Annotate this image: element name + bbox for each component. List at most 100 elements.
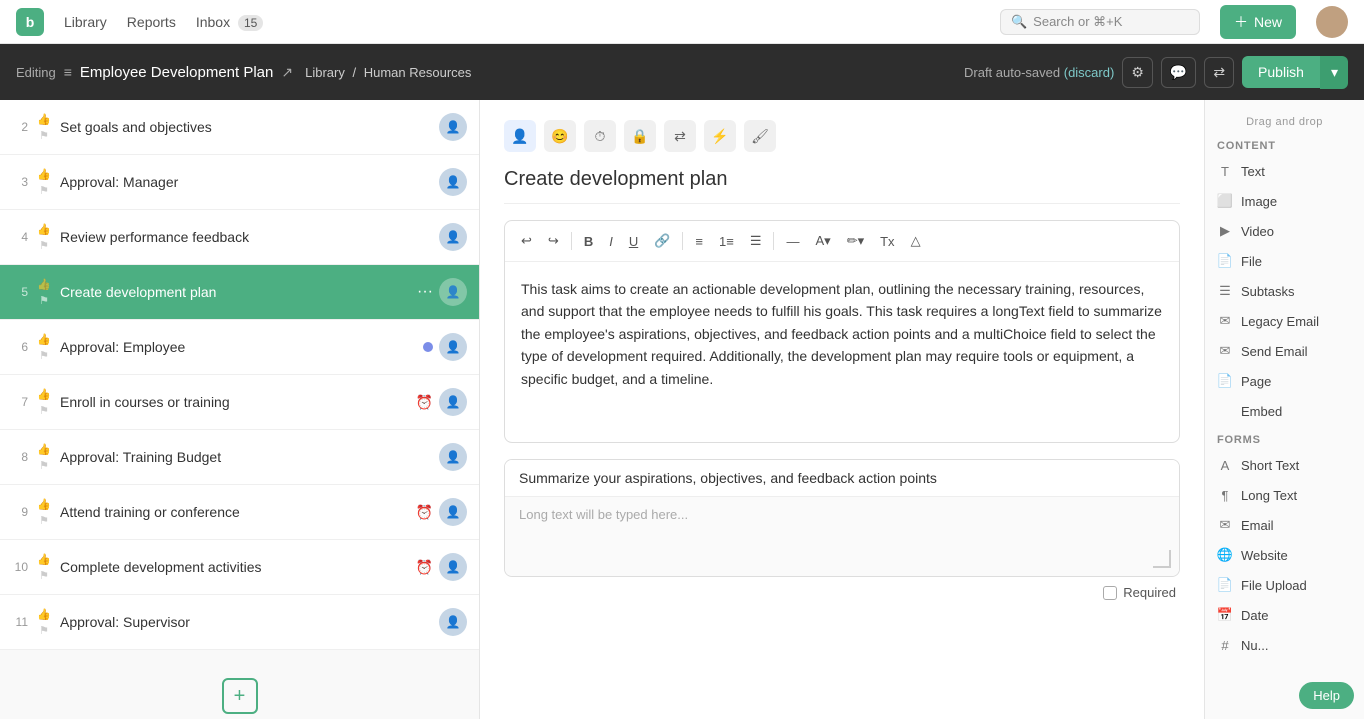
external-link-icon[interactable]: ↗ <box>281 64 293 81</box>
form-field-input[interactable]: Long text will be typed here... <box>505 496 1179 576</box>
task-menu-dots[interactable]: ··· <box>417 283 433 301</box>
undo-btn[interactable]: ↩ <box>515 229 538 253</box>
avatar[interactable] <box>1316 6 1348 38</box>
task-side-icons: 👍 ⚑ <box>36 112 52 142</box>
forms-section-label: FORMS <box>1205 426 1364 450</box>
lock-icon[interactable]: 🔒 <box>624 120 656 152</box>
nav-library[interactable]: Library <box>64 14 107 30</box>
underline-btn[interactable]: U <box>623 230 644 253</box>
bolt-icon[interactable]: ⚡ <box>704 120 736 152</box>
content-item-image[interactable]: ⬜ Image <box>1205 186 1364 216</box>
flag-icon: ⚑ <box>37 403 51 417</box>
person-icon: 👤 <box>446 230 461 244</box>
content-item-legacy-email[interactable]: ✉ Legacy Email <box>1205 306 1364 336</box>
more-btn[interactable]: △ <box>905 229 927 253</box>
divider-btn[interactable]: — <box>780 230 805 253</box>
content-item-video[interactable]: ▶ Video <box>1205 216 1364 246</box>
font-color-btn[interactable]: A▾ <box>809 229 836 253</box>
task-item[interactable]: 6 👍 ⚑ Approval: Employee 👤 <box>0 320 479 375</box>
forms-item-file-upload[interactable]: 📄 File Upload <box>1205 570 1364 600</box>
task-avatar: 👤 <box>439 333 467 361</box>
emoji-icon[interactable]: 😊 <box>544 120 576 152</box>
shuffle-toolbar-icon[interactable]: ⇄ <box>664 120 696 152</box>
italic-btn[interactable]: I <box>603 230 619 253</box>
publish-button[interactable]: Publish <box>1242 56 1320 88</box>
task-item[interactable]: 4 👍 ⚑ Review performance feedback 👤 <box>0 210 479 265</box>
task-item[interactable]: 9 👍 ⚑ Attend training or conference ⏰ 👤 <box>0 485 479 540</box>
content-item-label: Embed <box>1241 404 1282 419</box>
task-item[interactable]: 7 👍 ⚑ Enroll in courses or training ⏰ 👤 <box>0 375 479 430</box>
task-toolbar: 👤 😊 ⏱ 🔒 ⇄ ⚡ 🖌 <box>504 120 1180 152</box>
settings-button[interactable]: ⚙ <box>1122 57 1153 88</box>
help-button[interactable]: Help <box>1299 682 1354 709</box>
clock-toolbar-icon[interactable]: ⏱ <box>584 120 616 152</box>
numbered-btn[interactable]: 1≡ <box>713 230 740 253</box>
content-item-file[interactable]: 📄 File <box>1205 246 1364 276</box>
forms-item-label: Date <box>1241 608 1268 623</box>
task-item[interactable]: 8 👍 ⚑ Approval: Training Budget 👤 <box>0 430 479 485</box>
content-item-page[interactable]: 📄 Page <box>1205 366 1364 396</box>
search-icon: 🔍 <box>1011 14 1027 30</box>
task-avatar: 👤 <box>439 498 467 526</box>
task-avatar: 👤 <box>439 168 467 196</box>
header-actions: ⚙ 💬 ⇄ Publish ▾ <box>1122 56 1348 89</box>
task-avatar: 👤 <box>439 553 467 581</box>
edit-header: Editing ≡ Employee Development Plan ↗ Li… <box>0 44 1364 100</box>
task-item[interactable]: 5 👍 ⚑ Create development plan ··· 👤 <box>0 265 479 320</box>
forms-item-website[interactable]: 🌐 Website <box>1205 540 1364 570</box>
discard-link[interactable]: (discard) <box>1064 65 1115 80</box>
search-placeholder: Search or ⌘+K <box>1033 14 1122 30</box>
link-btn[interactable]: 🔗 <box>648 229 676 253</box>
shuffle-button[interactable]: ⇄ <box>1204 57 1234 88</box>
search-bar[interactable]: 🔍 Search or ⌘+K <box>1000 9 1200 35</box>
brush-icon[interactable]: 🖌 <box>744 120 776 152</box>
text-editor: ↩ ↪ B I U 🔗 ≡ 1≡ ☰ — A▾ ✏▾ Tx △ This tas… <box>504 220 1180 443</box>
like-icon: 👍 <box>37 332 51 346</box>
required-checkbox[interactable] <box>1103 586 1117 600</box>
content-item-label: Video <box>1241 224 1274 239</box>
forms-item-long-text[interactable]: ¶ Long Text <box>1205 480 1364 510</box>
nav-inbox[interactable]: Inbox 15 <box>196 14 264 30</box>
editor-body[interactable]: This task aims to create an actionable d… <box>505 262 1179 442</box>
task-name: Set goals and objectives <box>60 119 431 135</box>
add-task-button[interactable]: + <box>222 678 258 714</box>
flag-icon: ⚑ <box>37 183 51 197</box>
content-item-subtasks[interactable]: ☰ Subtasks <box>1205 276 1364 306</box>
task-item[interactable]: 11 👍 ⚑ Approval: Supervisor 👤 <box>0 595 479 650</box>
content-item-text[interactable]: T Text <box>1205 156 1364 186</box>
task-right-actions: 👤 <box>439 608 467 636</box>
nav-reports[interactable]: Reports <box>127 14 176 30</box>
bold-btn[interactable]: B <box>578 230 599 253</box>
task-avatar: 👤 <box>439 443 467 471</box>
new-button[interactable]: ＋ New <box>1220 5 1296 39</box>
main-layout: 2 👍 ⚑ Set goals and objectives 👤 3 👍 ⚑ A… <box>0 100 1364 719</box>
clear-format-btn[interactable]: Tx <box>874 230 900 253</box>
forms-item-date[interactable]: 📅 Date <box>1205 600 1364 630</box>
send-email-icon: ✉ <box>1217 343 1233 359</box>
clock-indicator: ⏰ <box>416 504 433 521</box>
publish-caret[interactable]: ▾ <box>1320 56 1348 89</box>
task-item[interactable]: 10 👍 ⚑ Complete development activities ⏰… <box>0 540 479 595</box>
person-icon: 👤 <box>446 285 461 299</box>
align-btn[interactable]: ☰ <box>744 229 768 253</box>
forms-item-label: Website <box>1241 548 1288 563</box>
bullet-btn[interactable]: ≡ <box>689 230 709 253</box>
content-item-embed[interactable]: Embed <box>1205 396 1364 426</box>
task-item[interactable]: 3 👍 ⚑ Approval: Manager 👤 <box>0 155 479 210</box>
task-right-actions: ⏰ 👤 <box>416 388 467 416</box>
comment-button[interactable]: 💬 <box>1161 57 1196 88</box>
highlight-btn[interactable]: ✏▾ <box>841 229 870 253</box>
content-item-send-email[interactable]: ✉ Send Email <box>1205 336 1364 366</box>
task-side-icons: 👍 ⚑ <box>36 277 52 307</box>
redo-btn[interactable]: ↪ <box>542 229 565 253</box>
assignee-icon[interactable]: 👤 <box>504 120 536 152</box>
task-item[interactable]: 2 👍 ⚑ Set goals and objectives 👤 <box>0 100 479 155</box>
task-side-icons: 👍 ⚑ <box>36 497 52 527</box>
inbox-count: 15 <box>238 15 263 31</box>
subtasks-icon: ☰ <box>1217 283 1233 299</box>
flag-icon: ⚑ <box>37 623 51 637</box>
forms-item-short-text[interactable]: A Short Text <box>1205 450 1364 480</box>
task-avatar: 👤 <box>439 388 467 416</box>
forms-item-email[interactable]: ✉ Email <box>1205 510 1364 540</box>
forms-item-number[interactable]: # Nu... <box>1205 630 1364 660</box>
